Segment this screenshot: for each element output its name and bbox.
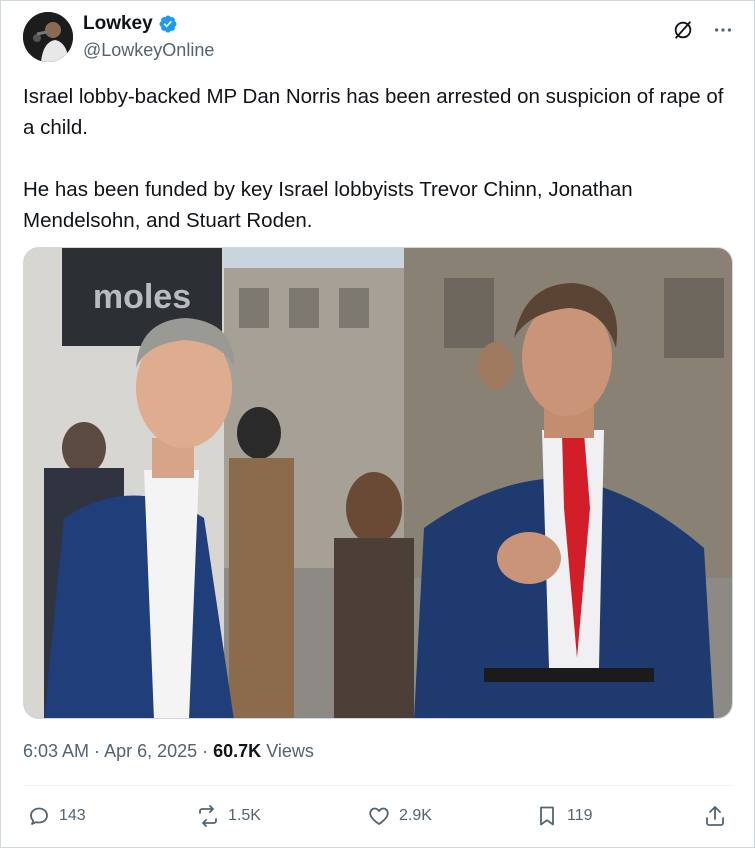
author-name-row: Lowkey (83, 13, 178, 35)
tweet-paragraph: He has been funded by key Israel lobbyis… (23, 178, 633, 232)
heart-icon (369, 807, 389, 825)
tweet-time[interactable]: 6:03 AM (23, 741, 89, 761)
meta-separator: · (197, 741, 214, 761)
reply-icon (30, 807, 48, 825)
tweet-photo[interactable]: moles (23, 247, 733, 719)
repost-count: 1.5K (228, 807, 261, 824)
divider (23, 785, 733, 786)
shop-sign-text: moles (93, 278, 191, 316)
repost-icon (199, 805, 217, 827)
reply-count: 143 (59, 807, 86, 824)
views-count: 60.7K (213, 741, 262, 761)
tweet-paragraph: Israel lobby-backed MP Dan Norris has be… (23, 85, 724, 139)
bookmark-count: 119 (567, 807, 593, 824)
tweet-date[interactable]: Apr 6, 2025 (104, 741, 197, 761)
x-logo-icon[interactable] (672, 19, 694, 41)
verified-badge-icon[interactable] (158, 14, 178, 34)
share-button[interactable] (703, 804, 727, 828)
views-label: Views (261, 741, 314, 761)
tweet-meta: 6:03 AM · Apr 6, 2025 · 60.7K Views (23, 741, 314, 762)
tweet-card: Lowkey @LowkeyOnline Israel lobby-backed… (0, 0, 755, 848)
like-count: 2.9K (399, 807, 432, 824)
photo-image: moles (24, 248, 732, 718)
avatar[interactable] (23, 12, 73, 62)
bookmark-button[interactable]: 119 (535, 804, 593, 828)
repost-button[interactable]: 1.5K (196, 804, 261, 828)
bookmark-icon (540, 806, 554, 826)
tweet-text: Israel lobby-backed MP Dan Norris has be… (23, 81, 733, 236)
like-button[interactable]: 2.9K (367, 804, 432, 828)
author-handle[interactable]: @LowkeyOnline (83, 40, 214, 61)
share-icon (706, 806, 724, 826)
meta-separator: · (89, 741, 105, 761)
more-icon[interactable] (712, 19, 734, 41)
reply-button[interactable]: 143 (27, 804, 86, 828)
avatar-image (23, 12, 73, 62)
author-name[interactable]: Lowkey (83, 13, 153, 35)
